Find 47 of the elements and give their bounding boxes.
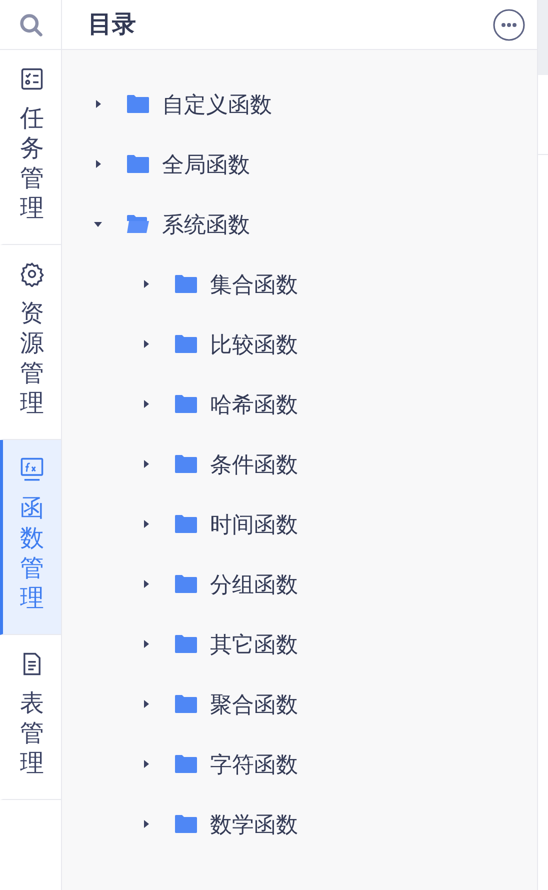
folder-icon <box>174 574 198 594</box>
folder-icon <box>174 634 198 654</box>
folder-label: 比较函数 <box>210 330 298 358</box>
tree-item[interactable]: 条件函数 <box>62 434 537 494</box>
folder-label: 聚合函数 <box>210 690 298 718</box>
folder-label: 自定义函数 <box>162 90 272 118</box>
tree-item[interactable]: 时间函数 <box>62 494 537 554</box>
folder-icon <box>174 274 198 294</box>
tree-item[interactable]: 字符函数 <box>62 734 537 794</box>
more-icon[interactable] <box>493 8 525 40</box>
tree-item[interactable]: 分组函数 <box>62 554 537 614</box>
tree-item[interactable]: 聚合函数 <box>62 674 537 734</box>
tree-item[interactable]: 全局函数 <box>62 134 537 194</box>
folder-icon <box>174 394 198 414</box>
gear-icon <box>19 261 45 287</box>
tree-item[interactable]: 其它函数 <box>62 614 537 674</box>
folder-label: 其它函数 <box>210 630 298 658</box>
folder-icon <box>126 154 150 174</box>
folder-label: 哈希函数 <box>210 390 298 418</box>
folder-label: 条件函数 <box>210 450 298 478</box>
folder-label: 分组函数 <box>210 570 298 598</box>
open-folder-icon <box>126 214 150 234</box>
search-icon[interactable] <box>18 12 44 38</box>
tree-item[interactable]: 数学函数 <box>62 794 537 854</box>
nav-item[interactable]: 表管理 <box>0 635 61 800</box>
folder-label: 系统函数 <box>162 210 250 238</box>
folder-icon <box>174 814 198 834</box>
folder-icon <box>126 94 150 114</box>
tree-item[interactable]: 哈希函数 <box>62 374 537 434</box>
tree-item[interactable]: 比较函数 <box>62 314 537 374</box>
function-icon <box>19 456 45 482</box>
folder-label: 集合函数 <box>210 270 298 298</box>
tree-item[interactable]: 系统函数 <box>62 194 537 254</box>
folder-icon <box>174 454 198 474</box>
folder-label: 全局函数 <box>162 150 250 178</box>
panel-title: 目录 <box>88 10 136 40</box>
folder-label: 字符函数 <box>210 750 298 778</box>
folder-label: 时间函数 <box>210 510 298 538</box>
folder-icon <box>174 754 198 774</box>
nav-item[interactable]: 任务管理 <box>0 50 61 245</box>
folder-label: 数学函数 <box>210 810 298 838</box>
folder-icon <box>174 514 198 534</box>
tree-item[interactable]: 集合函数 <box>62 254 537 314</box>
folder-icon <box>174 334 198 354</box>
folder-icon <box>174 694 198 714</box>
checklist-icon <box>19 66 45 92</box>
tree-item[interactable]: 自定义函数 <box>62 74 537 134</box>
